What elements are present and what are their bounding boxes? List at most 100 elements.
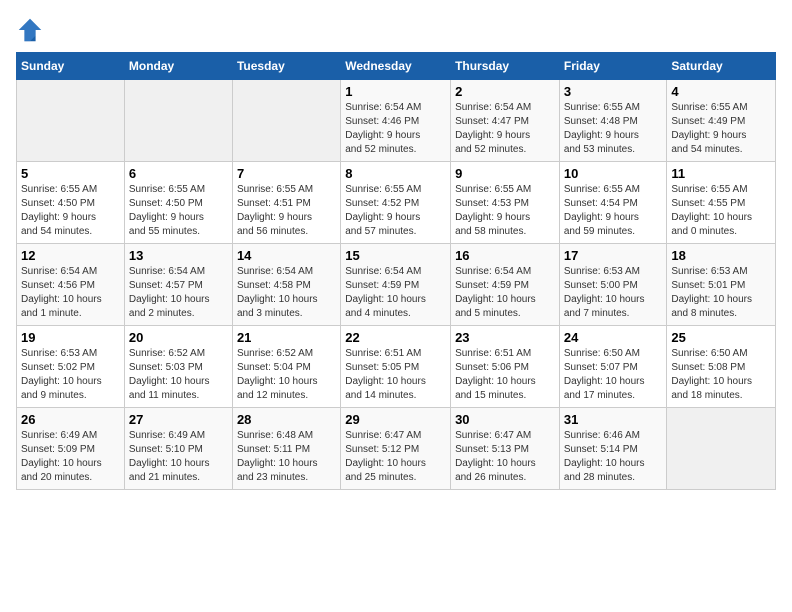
logo-icon [16, 16, 44, 44]
day-number: 3 [564, 84, 663, 99]
day-number: 27 [129, 412, 228, 427]
day-cell: 1 Sunrise: 6:54 AM Sunset: 4:46 PM Daylig… [341, 80, 451, 162]
day-number: 21 [237, 330, 336, 345]
day-info: Sunrise: 6:48 AM Sunset: 5:11 PM Dayligh… [237, 429, 336, 485]
day-header-tuesday: Tuesday [232, 53, 340, 80]
day-cell: 18Sunrise: 6:53 AM Sunset: 5:01 PM Dayli… [667, 244, 776, 326]
day-cell: 31Sunrise: 6:46 AM Sunset: 5:14 PM Dayli… [559, 408, 667, 490]
day-info: Sunrise: 6:55 AM Sunset: 4:53 PM Dayligh… [455, 183, 555, 239]
day-cell: 26Sunrise: 6:49 AM Sunset: 5:09 PM Dayli… [17, 408, 125, 490]
day-cell: 3 Sunrise: 6:55 AM Sunset: 4:48 PM Daylig… [559, 80, 667, 162]
day-info: Sunrise: 6:49 AM Sunset: 5:09 PM Dayligh… [21, 429, 120, 485]
day-cell: 14Sunrise: 6:54 AM Sunset: 4:58 PM Dayli… [232, 244, 340, 326]
day-info: Sunrise: 6:51 AM Sunset: 5:05 PM Dayligh… [345, 347, 446, 403]
day-info: Sunrise: 6:54 AM Sunset: 4:46 PM Dayligh… [345, 101, 446, 157]
day-cell: 20 Sunrise: 6:52 AM Sunset: 5:03 PM Dayli… [124, 326, 232, 408]
day-number: 12 [21, 248, 120, 263]
day-info: Sunrise: 6:47 AM Sunset: 5:12 PM Dayligh… [345, 429, 446, 485]
day-info: Sunrise: 6:53 AM Sunset: 5:00 PM Dayligh… [564, 265, 663, 321]
day-cell: 22Sunrise: 6:51 AM Sunset: 5:05 PM Dayli… [341, 326, 451, 408]
day-number: 2 [455, 84, 555, 99]
day-number: 11 [671, 166, 771, 181]
day-cell [17, 80, 125, 162]
day-cell: 10 Sunrise: 6:55 AM Sunset: 4:54 PM Dayli… [559, 162, 667, 244]
day-number: 7 [237, 166, 336, 181]
day-header-wednesday: Wednesday [341, 53, 451, 80]
day-cell: 30Sunrise: 6:47 AM Sunset: 5:13 PM Dayli… [451, 408, 560, 490]
day-number: 20 [129, 330, 228, 345]
day-cell [232, 80, 340, 162]
day-info: Sunrise: 6:55 AM Sunset: 4:55 PM Dayligh… [671, 183, 771, 239]
week-row-1: 1 Sunrise: 6:54 AM Sunset: 4:46 PM Daylig… [17, 80, 776, 162]
day-info: Sunrise: 6:51 AM Sunset: 5:06 PM Dayligh… [455, 347, 555, 403]
day-info: Sunrise: 6:55 AM Sunset: 4:49 PM Dayligh… [671, 101, 771, 157]
day-info: Sunrise: 6:53 AM Sunset: 5:02 PM Dayligh… [21, 347, 120, 403]
day-number: 5 [21, 166, 120, 181]
logo [16, 16, 48, 44]
day-info: Sunrise: 6:46 AM Sunset: 5:14 PM Dayligh… [564, 429, 663, 485]
day-number: 14 [237, 248, 336, 263]
day-cell [124, 80, 232, 162]
day-info: Sunrise: 6:52 AM Sunset: 5:03 PM Dayligh… [129, 347, 228, 403]
day-number: 23 [455, 330, 555, 345]
day-cell: 17 Sunrise: 6:53 AM Sunset: 5:00 PM Dayli… [559, 244, 667, 326]
day-cell: 9 Sunrise: 6:55 AM Sunset: 4:53 PM Daylig… [451, 162, 560, 244]
page-header [16, 16, 776, 44]
day-cell: 15 Sunrise: 6:54 AM Sunset: 4:59 PM Dayli… [341, 244, 451, 326]
day-cell: 28 Sunrise: 6:48 AM Sunset: 5:11 PM Dayli… [232, 408, 340, 490]
day-cell: 6 Sunrise: 6:55 AM Sunset: 4:50 PM Daylig… [124, 162, 232, 244]
day-info: Sunrise: 6:54 AM Sunset: 4:56 PM Dayligh… [21, 265, 120, 321]
calendar-table: SundayMondayTuesdayWednesdayThursdayFrid… [16, 52, 776, 490]
day-number: 9 [455, 166, 555, 181]
day-info: Sunrise: 6:54 AM Sunset: 4:47 PM Dayligh… [455, 101, 555, 157]
day-cell: 29 Sunrise: 6:47 AM Sunset: 5:12 PM Dayli… [341, 408, 451, 490]
day-number: 17 [564, 248, 663, 263]
day-info: Sunrise: 6:49 AM Sunset: 5:10 PM Dayligh… [129, 429, 228, 485]
day-number: 29 [345, 412, 446, 427]
day-number: 6 [129, 166, 228, 181]
day-number: 25 [671, 330, 771, 345]
day-info: Sunrise: 6:54 AM Sunset: 4:59 PM Dayligh… [455, 265, 555, 321]
calendar-body: 1 Sunrise: 6:54 AM Sunset: 4:46 PM Daylig… [17, 80, 776, 490]
day-cell: 5 Sunrise: 6:55 AM Sunset: 4:50 PM Daylig… [17, 162, 125, 244]
day-number: 8 [345, 166, 446, 181]
day-info: Sunrise: 6:50 AM Sunset: 5:08 PM Dayligh… [671, 347, 771, 403]
day-number: 24 [564, 330, 663, 345]
days-header-row: SundayMondayTuesdayWednesdayThursdayFrid… [17, 53, 776, 80]
day-cell: 4 Sunrise: 6:55 AM Sunset: 4:49 PM Daylig… [667, 80, 776, 162]
day-info: Sunrise: 6:54 AM Sunset: 4:59 PM Dayligh… [345, 265, 446, 321]
day-info: Sunrise: 6:54 AM Sunset: 4:57 PM Dayligh… [129, 265, 228, 321]
day-header-sunday: Sunday [17, 53, 125, 80]
day-header-saturday: Saturday [667, 53, 776, 80]
day-number: 19 [21, 330, 120, 345]
day-cell: 16 Sunrise: 6:54 AM Sunset: 4:59 PM Dayli… [451, 244, 560, 326]
day-number: 15 [345, 248, 446, 263]
day-info: Sunrise: 6:55 AM Sunset: 4:51 PM Dayligh… [237, 183, 336, 239]
day-header-monday: Monday [124, 53, 232, 80]
day-info: Sunrise: 6:50 AM Sunset: 5:07 PM Dayligh… [564, 347, 663, 403]
day-header-friday: Friday [559, 53, 667, 80]
day-number: 28 [237, 412, 336, 427]
day-cell: 21 Sunrise: 6:52 AM Sunset: 5:04 PM Dayli… [232, 326, 340, 408]
day-number: 1 [345, 84, 446, 99]
day-cell [667, 408, 776, 490]
day-info: Sunrise: 6:55 AM Sunset: 4:54 PM Dayligh… [564, 183, 663, 239]
day-cell: 12 Sunrise: 6:54 AM Sunset: 4:56 PM Dayli… [17, 244, 125, 326]
day-number: 13 [129, 248, 228, 263]
day-cell: 7 Sunrise: 6:55 AM Sunset: 4:51 PM Daylig… [232, 162, 340, 244]
day-info: Sunrise: 6:55 AM Sunset: 4:48 PM Dayligh… [564, 101, 663, 157]
day-info: Sunrise: 6:47 AM Sunset: 5:13 PM Dayligh… [455, 429, 555, 485]
day-info: Sunrise: 6:55 AM Sunset: 4:50 PM Dayligh… [21, 183, 120, 239]
day-info: Sunrise: 6:52 AM Sunset: 5:04 PM Dayligh… [237, 347, 336, 403]
day-cell: 23 Sunrise: 6:51 AM Sunset: 5:06 PM Dayli… [451, 326, 560, 408]
day-cell: 27 Sunrise: 6:49 AM Sunset: 5:10 PM Dayli… [124, 408, 232, 490]
day-cell: 24 Sunrise: 6:50 AM Sunset: 5:07 PM Dayli… [559, 326, 667, 408]
week-row-5: 26Sunrise: 6:49 AM Sunset: 5:09 PM Dayli… [17, 408, 776, 490]
day-number: 10 [564, 166, 663, 181]
week-row-4: 19 Sunrise: 6:53 AM Sunset: 5:02 PM Dayli… [17, 326, 776, 408]
week-row-3: 12 Sunrise: 6:54 AM Sunset: 4:56 PM Dayli… [17, 244, 776, 326]
day-cell: 2 Sunrise: 6:54 AM Sunset: 4:47 PM Daylig… [451, 80, 560, 162]
day-info: Sunrise: 6:55 AM Sunset: 4:50 PM Dayligh… [129, 183, 228, 239]
day-number: 4 [671, 84, 771, 99]
day-number: 16 [455, 248, 555, 263]
